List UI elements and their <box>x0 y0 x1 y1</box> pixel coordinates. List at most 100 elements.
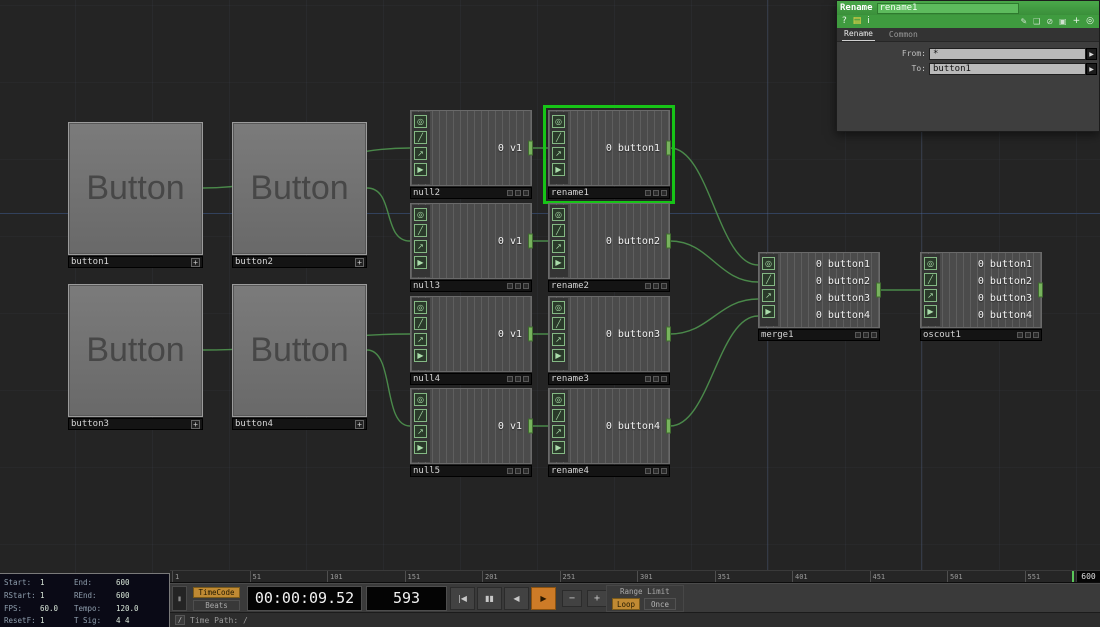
param-dialog-titlebar[interactable]: Rename rename1 <box>837 1 1099 15</box>
node-flag-toggle[interactable] <box>507 283 513 289</box>
to-field[interactable]: button1 <box>929 62 1086 75</box>
chop-node-body[interactable]: ◎ ╱ ↗ ▶ 0 button2 <box>548 203 671 279</box>
chop-node-null3[interactable]: ◎ ╱ ↗ ▶ 0 v1 null3 <box>410 203 533 292</box>
chop-node-body[interactable]: ◎ ╱ ↗ ▶ 0 button3 <box>548 296 671 372</box>
node-name-bar[interactable]: button1 + <box>68 256 203 268</box>
chop-node-body[interactable]: ◎ ╱ ↗ ▶ 0 button4 <box>548 388 671 464</box>
output-connector[interactable] <box>528 140 533 156</box>
current-flag-icon[interactable]: ▶ <box>552 256 565 269</box>
chop-node-null2[interactable]: ◎ ╱ ↗ ▶ 0 v1 null2 <box>410 110 533 199</box>
node-flag-toggle[interactable] <box>661 468 667 474</box>
current-flag-icon[interactable]: ▶ <box>414 441 427 454</box>
loop-button[interactable]: Loop <box>612 598 640 610</box>
export-flag-icon[interactable]: ↗ <box>414 425 427 438</box>
export-flag-icon[interactable]: ↗ <box>552 333 565 346</box>
help-icon[interactable]: ? <box>842 15 847 28</box>
output-connector[interactable] <box>666 140 671 156</box>
node-name-bar[interactable]: rename3 <box>548 373 670 385</box>
expand-plus-icon[interactable]: + <box>191 419 200 429</box>
node-name-bar[interactable]: button2 + <box>232 256 367 268</box>
current-flag-icon[interactable]: ▶ <box>552 349 565 362</box>
node-name-bar[interactable]: null4 <box>410 373 532 385</box>
output-connector[interactable] <box>666 233 671 249</box>
chop-node-rename3[interactable]: ◎ ╱ ↗ ▶ 0 button3 rename3 <box>548 296 671 385</box>
revert-icon[interactable]: ⊘ <box>1046 15 1053 28</box>
bypass-flag-icon[interactable]: ╱ <box>762 273 775 286</box>
gear-icon[interactable]: ◎ <box>1086 15 1094 28</box>
button-panel[interactable]: Button <box>232 122 367 255</box>
frame-display[interactable]: 593 <box>366 586 447 611</box>
chop-node-rename4[interactable]: ◎ ╱ ↗ ▶ 0 button4 rename4 <box>548 388 671 477</box>
chop-node-null5[interactable]: ◎ ╱ ↗ ▶ 0 v1 null5 <box>410 388 533 477</box>
bypass-flag-icon[interactable]: ╱ <box>414 224 427 237</box>
comp-node-button4[interactable]: Button button4 + <box>232 284 367 430</box>
once-button[interactable]: Once <box>644 598 676 610</box>
node-name-bar[interactable]: rename1 <box>548 187 670 199</box>
output-connector[interactable] <box>666 418 671 434</box>
skip-to-start-button[interactable]: |◀ <box>450 587 475 610</box>
comment-icon[interactable]: ❑ <box>1033 15 1040 28</box>
output-connector[interactable] <box>528 233 533 249</box>
play-button[interactable]: ▶ <box>531 587 556 610</box>
node-name-bar[interactable]: rename2 <box>548 280 670 292</box>
node-name-bar[interactable]: oscout1 <box>920 329 1042 341</box>
copy-icon[interactable]: ▣ <box>1059 15 1067 28</box>
bypass-flag-icon[interactable]: ╱ <box>414 409 427 422</box>
comp-node-button1[interactable]: Button button1 + <box>68 122 203 268</box>
output-connector[interactable] <box>528 418 533 434</box>
timeline-playhead[interactable] <box>1072 571 1074 582</box>
viewer-flag-icon[interactable]: ◎ <box>414 301 427 314</box>
chop-node-oscout1[interactable]: ◎ ╱ ↗ ▶ 0 button1 0 button2 0 button3 0 button4… <box>920 252 1043 341</box>
from-field[interactable]: * <box>929 47 1086 60</box>
export-flag-icon[interactable]: ↗ <box>414 147 427 160</box>
expand-plus-icon[interactable]: + <box>355 257 364 267</box>
node-flag-toggle[interactable] <box>507 468 513 474</box>
node-flag-toggle[interactable] <box>523 376 529 382</box>
current-flag-icon[interactable]: ▶ <box>552 163 565 176</box>
node-flag-toggle[interactable] <box>863 332 869 338</box>
node-flag-toggle[interactable] <box>507 190 513 196</box>
viewer-flag-icon[interactable]: ◎ <box>552 393 565 406</box>
export-flag-icon[interactable]: ↗ <box>552 147 565 160</box>
language-icon[interactable]: ▤ <box>853 15 862 28</box>
output-connector[interactable] <box>666 326 671 342</box>
add-parameter-icon[interactable]: + <box>1073 15 1081 28</box>
export-flag-icon[interactable]: ↗ <box>762 289 775 302</box>
node-flag-toggle[interactable] <box>515 190 521 196</box>
op-name-field[interactable]: rename1 <box>876 2 1019 14</box>
node-name-bar[interactable]: rename4 <box>548 465 670 477</box>
chop-node-body[interactable]: ◎ ╱ ↗ ▶ 0 button1 <box>548 110 671 186</box>
export-flag-icon[interactable]: ↗ <box>414 333 427 346</box>
node-flag-toggle[interactable] <box>653 190 659 196</box>
node-name-bar[interactable]: button4 + <box>232 418 367 430</box>
viewer-flag-icon[interactable]: ◎ <box>414 115 427 128</box>
node-name-bar[interactable]: merge1 <box>758 329 880 341</box>
viewer-flag-icon[interactable]: ◎ <box>924 257 937 270</box>
bypass-flag-icon[interactable]: ╱ <box>552 317 565 330</box>
expand-arrow-icon[interactable]: ▶ <box>1086 47 1097 60</box>
node-flag-toggle[interactable] <box>523 468 529 474</box>
node-flag-toggle[interactable] <box>645 376 651 382</box>
node-flag-toggle[interactable] <box>661 190 667 196</box>
node-name-bar[interactable]: null3 <box>410 280 532 292</box>
chop-node-null4[interactable]: ◎ ╱ ↗ ▶ 0 v1 null4 <box>410 296 533 385</box>
viewer-flag-icon[interactable]: ◎ <box>552 301 565 314</box>
chop-node-body[interactable]: ◎ ╱ ↗ ▶ 0 v1 <box>410 296 533 372</box>
chop-node-merge1[interactable]: ◎ ╱ ↗ ▶ 0 button1 0 button2 0 button3 0 button4… <box>758 252 881 341</box>
node-flag-toggle[interactable] <box>523 190 529 196</box>
node-flag-toggle[interactable] <box>1017 332 1023 338</box>
node-flag-toggle[interactable] <box>653 283 659 289</box>
viewer-flag-icon[interactable]: ◎ <box>414 393 427 406</box>
current-flag-icon[interactable]: ▶ <box>762 305 775 318</box>
button-panel[interactable]: Button <box>232 284 367 417</box>
chop-node-body[interactable]: ◎ ╱ ↗ ▶ 0 v1 <box>410 110 533 186</box>
node-flag-toggle[interactable] <box>515 468 521 474</box>
bypass-flag-icon[interactable]: ╱ <box>414 131 427 144</box>
button-panel[interactable]: Button <box>68 122 203 255</box>
current-flag-icon[interactable]: ▶ <box>414 256 427 269</box>
node-flag-toggle[interactable] <box>645 468 651 474</box>
export-flag-icon[interactable]: ↗ <box>414 240 427 253</box>
timecode-mode-button[interactable]: TimeCode <box>193 587 240 598</box>
chop-node-body[interactable]: ◎ ╱ ↗ ▶ 0 button1 0 button2 0 button3 0 button4 <box>920 252 1043 328</box>
export-flag-icon[interactable]: ↗ <box>552 240 565 253</box>
